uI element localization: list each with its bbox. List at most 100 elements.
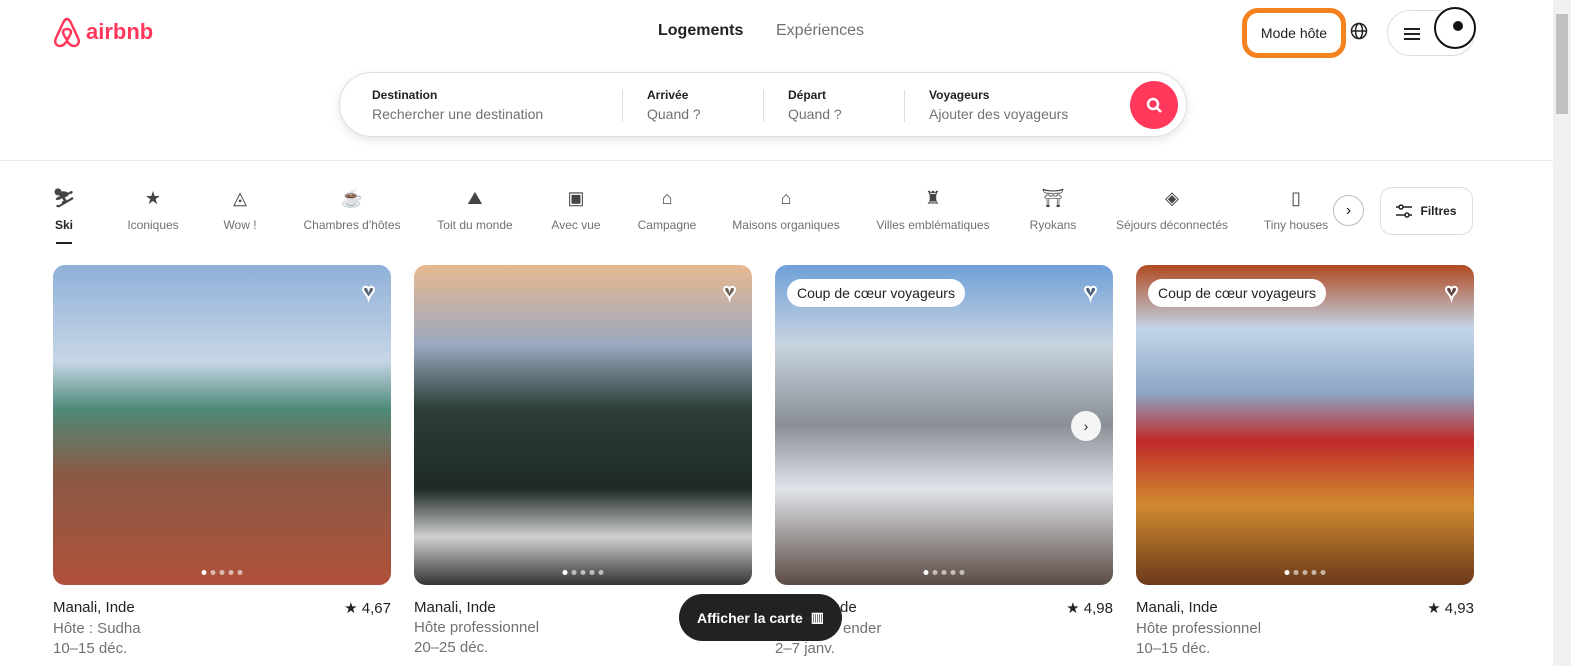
category-11[interactable]: ▯ Tiny houses: [1263, 186, 1329, 233]
field-placeholder: Quand ?: [788, 106, 842, 122]
listing-photo[interactable]: Coup de cœur voyageurs ♥: [1136, 265, 1474, 585]
divider: [0, 160, 1553, 161]
listing-title: Manali, Inde: [414, 599, 496, 616]
listing-title: Manali, Inde: [53, 599, 135, 616]
listing-photo[interactable]: Coup de cœur voyageurs ♥ ›: [775, 265, 1113, 585]
search-bar: Destination Rechercher une destination Ar…: [339, 72, 1187, 137]
listing-rating: ★ 4,98: [1066, 600, 1113, 617]
listing-card[interactable]: Coup de cœur voyageurs ♥ Manali, Inde ★ 4…: [1136, 265, 1474, 657]
photo-next-button[interactable]: ›: [1071, 411, 1101, 441]
tab-experiences[interactable]: Expériences: [776, 22, 864, 40]
organic-house-icon: ⌂: [780, 187, 792, 208]
category-3[interactable]: ☕ Chambres d'hôtes: [303, 186, 401, 233]
mountain-flag-icon: ⛰: [467, 187, 483, 208]
countryside-icon: ⌂: [661, 187, 673, 208]
field-placeholder: Ajouter des voyageurs: [929, 106, 1069, 122]
listing-photo[interactable]: ♥: [414, 265, 752, 585]
listing-title: Manali, Inde: [1136, 599, 1218, 616]
category-9[interactable]: ⛩ Ryokans: [1029, 186, 1077, 233]
filters-button[interactable]: Filtres: [1380, 187, 1473, 235]
listing-rating: ★ 4,67: [344, 600, 391, 617]
category-5[interactable]: ▣ Avec vue: [551, 186, 601, 233]
categories-next-button[interactable]: ›: [1333, 195, 1364, 226]
scrollbar-thumb[interactable]: [1556, 14, 1568, 114]
category-label: Toit du monde: [437, 218, 513, 232]
field-placeholder: Quand ?: [647, 106, 701, 122]
photo-dots: [201, 570, 243, 575]
category-label: Ski: [54, 218, 73, 232]
diamond-icon: ◈: [1165, 187, 1179, 208]
ryokan-icon: ⛩: [1041, 187, 1065, 208]
heart-icon[interactable]: ♥: [361, 278, 376, 305]
tab-logements[interactable]: Logements: [658, 22, 743, 40]
listing-dates: 10–15 déc.: [53, 640, 128, 657]
field-label: Arrivée: [647, 88, 689, 102]
category-label: Iconiques: [127, 218, 179, 232]
rating-value: 4,67: [361, 600, 391, 617]
user-menu-button[interactable]: [1387, 7, 1476, 56]
field-label: Départ: [788, 88, 827, 102]
search-button[interactable]: [1130, 81, 1178, 129]
field-placeholder: Rechercher une destination: [372, 106, 544, 122]
host-mode-button[interactable]: Mode hôte: [1242, 8, 1346, 58]
chevron-right-icon: ›: [1345, 201, 1352, 219]
category-label: Villes emblématiques: [876, 218, 990, 232]
category-7[interactable]: ⌂ Maisons organiques: [732, 186, 840, 233]
listing-dates: 10–15 déc.: [1136, 640, 1211, 657]
filters-label: Filtres: [1420, 204, 1457, 218]
heart-icon[interactable]: ♥: [722, 278, 737, 305]
avatar: [1434, 7, 1476, 49]
ufo-icon: ◬: [233, 187, 247, 208]
rating-value: 4,98: [1083, 600, 1113, 617]
category-label: Campagne: [637, 218, 697, 232]
field-label: Voyageurs: [929, 88, 990, 102]
checkout-field[interactable]: Départ Quand ?: [788, 88, 842, 122]
category-label: Ryokans: [1029, 218, 1077, 232]
hamburger-icon: [1404, 27, 1420, 45]
category-label: Séjours déconnectés: [1115, 218, 1229, 232]
globe-icon[interactable]: [1350, 22, 1368, 45]
listing-host: Hôte : Sudha: [53, 620, 141, 637]
show-map-button[interactable]: Afficher la carte ▥: [679, 594, 842, 641]
checkin-field[interactable]: Arrivée Quand ?: [647, 88, 701, 122]
map-icon: ▥: [810, 609, 825, 625]
category-label: Tiny houses: [1263, 218, 1329, 232]
listing-dates: 2–7 janv.: [775, 640, 835, 657]
show-map-label: Afficher la carte: [696, 609, 803, 626]
sliders-icon: [1396, 204, 1413, 218]
category-6[interactable]: ⌂ Campagne: [637, 186, 697, 233]
photo-dots: [1284, 570, 1326, 575]
category-label: Wow !: [223, 218, 257, 232]
airbnb-logo[interactable]: airbnb: [52, 16, 153, 48]
field-label: Destination: [372, 88, 438, 102]
category-0[interactable]: ⛷ Ski: [52, 186, 76, 244]
logo-text: airbnb: [86, 19, 154, 44]
destination-field[interactable]: Destination Rechercher une destination: [372, 88, 543, 122]
photo-dots: [923, 570, 965, 575]
guest-favorite-badge: Coup de cœur voyageurs: [1148, 279, 1326, 307]
category-2[interactable]: ◬ Wow !: [223, 186, 257, 233]
category-10[interactable]: ◈ Séjours déconnectés: [1115, 186, 1229, 233]
category-label: Avec vue: [551, 218, 601, 232]
tower-icon: ♜: [924, 187, 942, 208]
listing-dates: 20–25 déc.: [414, 639, 489, 656]
ski-icon: ⛷: [52, 187, 76, 208]
category-8[interactable]: ♜ Villes emblématiques: [876, 186, 990, 233]
mug-icon: ☕: [340, 187, 364, 208]
guests-field[interactable]: Voyageurs Ajouter des voyageurs: [929, 88, 1068, 122]
listing-host: Hôte professionnel: [1136, 620, 1262, 637]
rating-value: 4,93: [1444, 600, 1474, 617]
category-label: Maisons organiques: [732, 218, 840, 232]
guest-favorite-badge: Coup de cœur voyageurs: [787, 279, 965, 307]
listing-photo[interactable]: ♥: [53, 265, 391, 585]
heart-icon[interactable]: ♥: [1444, 278, 1459, 305]
listing-card[interactable]: ♥ Manali, Inde ★ 4,67 Hôte : Sudha 10–15 …: [53, 265, 391, 657]
category-label: Chambres d'hôtes: [303, 218, 401, 232]
category-1[interactable]: ★ Iconiques: [127, 186, 179, 233]
ticket-icon: ★: [144, 187, 162, 208]
category-4[interactable]: ⛰ Toit du monde: [437, 186, 513, 233]
heart-icon[interactable]: ♥: [1083, 278, 1098, 305]
picture-icon: ▣: [567, 187, 585, 208]
photo-dots: [562, 570, 604, 575]
listing-rating: ★ 4,93: [1427, 600, 1474, 617]
